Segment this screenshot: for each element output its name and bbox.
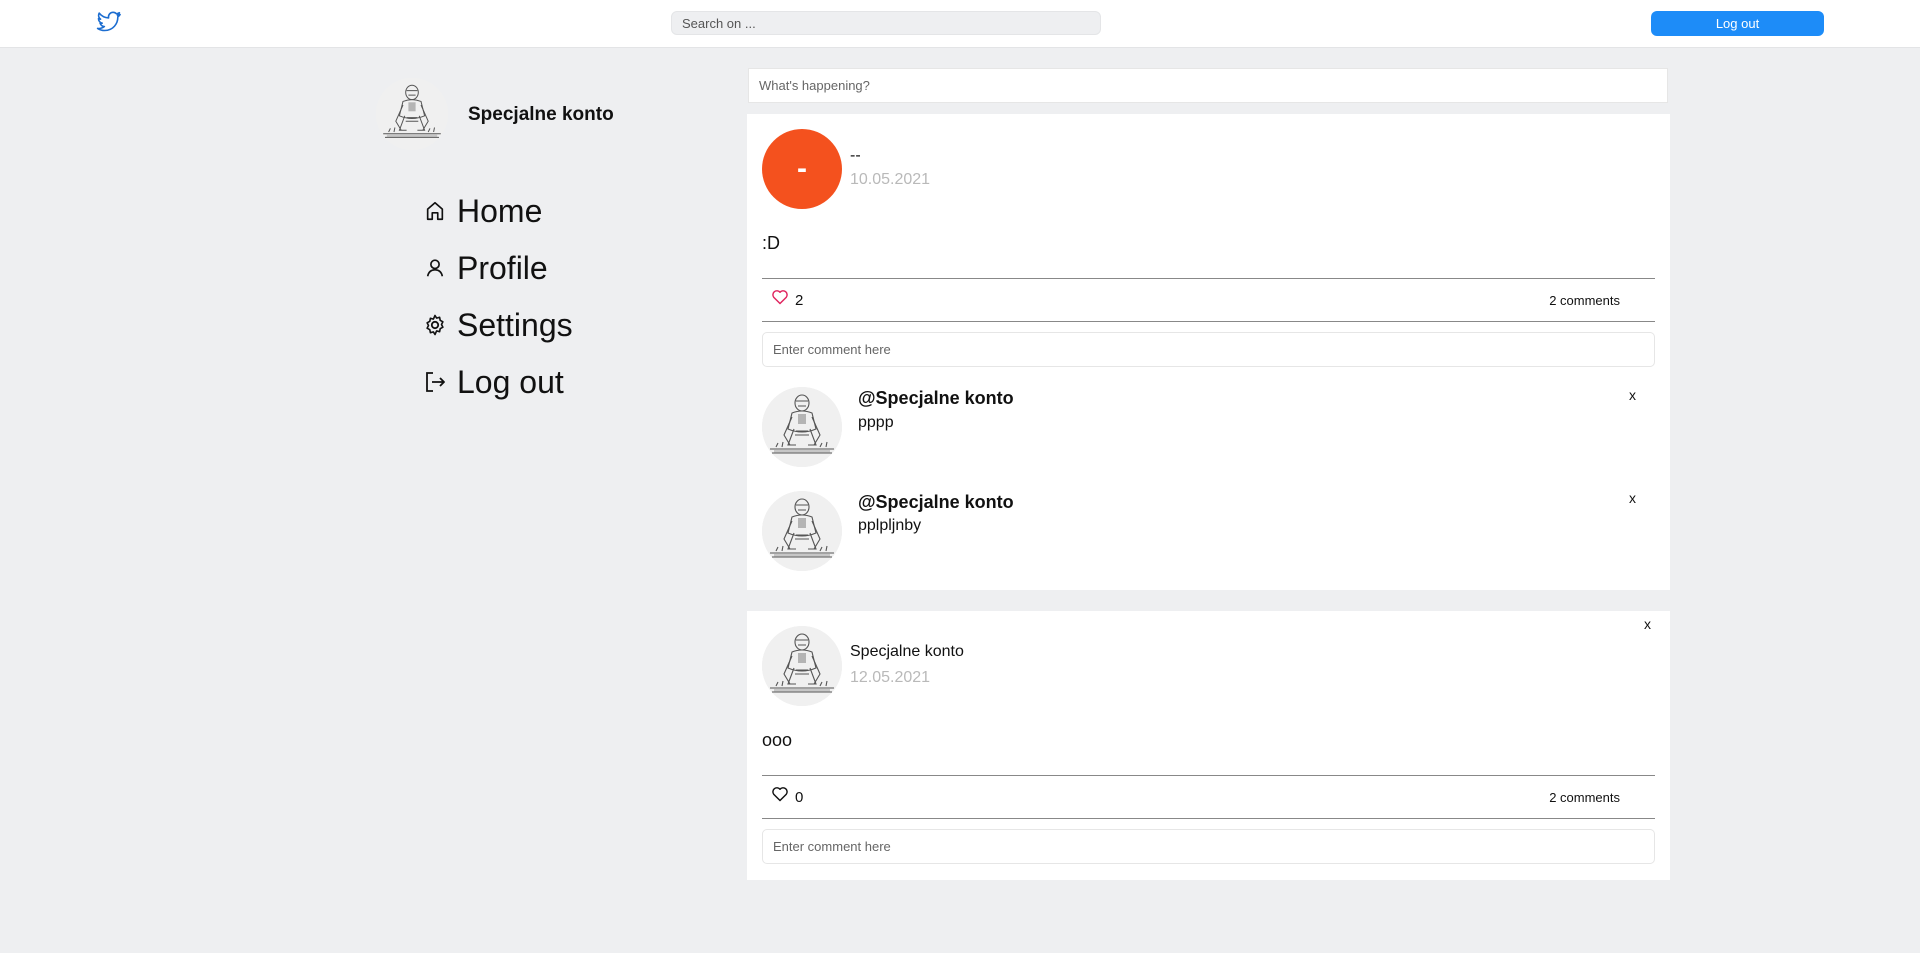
top-bar: Log out (0, 0, 1920, 48)
sidebar-item-label: Home (457, 192, 543, 229)
post-body: ooo (762, 730, 793, 750)
comments-count[interactable]: 2 comments (1549, 293, 1620, 308)
search-input[interactable] (671, 11, 1101, 35)
sidebar-item-label: Log out (457, 363, 564, 400)
post-actions: 0 2 comments (762, 775, 1655, 819)
post-date: 10.05.2021 (850, 171, 931, 188)
logout-icon (423, 370, 447, 394)
user-icon (423, 256, 447, 280)
post-date: 12.05.2021 (850, 669, 931, 686)
sidebar-item-label: Settings (457, 306, 573, 343)
heart-icon[interactable] (771, 786, 789, 802)
comment-author[interactable]: @Specjalne konto (858, 388, 1014, 409)
comment-text: pppp (858, 414, 894, 431)
heart-icon[interactable] (771, 289, 789, 305)
post-body: :D (762, 233, 780, 253)
profile-name: Specjalne konto (468, 104, 614, 125)
avatar[interactable] (762, 626, 842, 706)
sidebar-item-logout[interactable]: Log out (423, 362, 564, 402)
comments-count[interactable]: 2 comments (1549, 790, 1620, 805)
like-count: 0 (795, 789, 804, 806)
like-count: 2 (795, 292, 804, 309)
sidebar-item-home[interactable]: Home (423, 191, 542, 231)
comment-input[interactable] (762, 829, 1655, 864)
post-card: - -- 10.05.2021 :D 2 2 comments @Specjal… (747, 114, 1670, 590)
comment-author[interactable]: @Specjalne konto (858, 492, 1014, 513)
avatar[interactable] (762, 387, 842, 467)
compose-input[interactable] (748, 68, 1668, 103)
comment-input[interactable] (762, 332, 1655, 367)
comment-text: pplpljnby (858, 517, 922, 534)
delete-post-button[interactable]: x (1644, 616, 1651, 632)
avatar[interactable]: - (762, 129, 842, 209)
avatar[interactable] (762, 491, 842, 571)
post-card: x Specjalne konto 12.05.2021 ooo 0 2 com… (747, 611, 1670, 880)
twitter-bird-icon[interactable] (96, 10, 122, 34)
gear-icon (423, 313, 447, 337)
logout-button[interactable]: Log out (1651, 11, 1824, 36)
sidebar-item-profile[interactable]: Profile (423, 248, 548, 288)
sidebar-item-label: Profile (457, 249, 548, 286)
home-icon (423, 199, 447, 223)
delete-comment-button[interactable]: x (1629, 490, 1636, 506)
post-author[interactable]: -- (850, 147, 861, 165)
post-author[interactable]: Specjalne konto (850, 643, 964, 661)
avatar[interactable] (376, 78, 448, 150)
delete-comment-button[interactable]: x (1629, 387, 1636, 403)
post-actions: 2 2 comments (762, 278, 1655, 322)
sidebar-item-settings[interactable]: Settings (423, 305, 573, 345)
